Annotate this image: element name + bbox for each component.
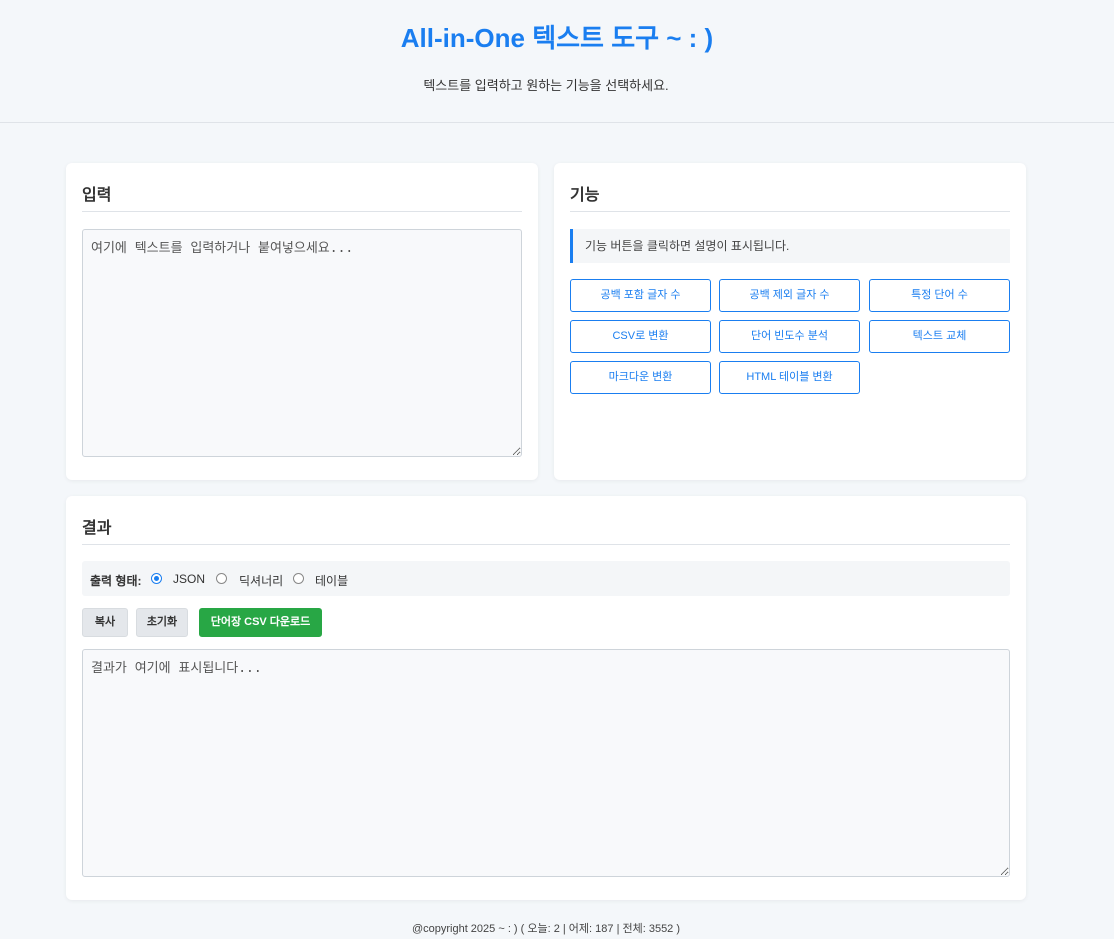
result-card: 결과 출력 형태: JSON 딕셔너리 테이블 복사 초기화 단어장 CSV 다…	[66, 496, 1026, 900]
csv-convert-button[interactable]: CSV로 변환	[570, 320, 711, 353]
specific-word-count-button[interactable]: 특정 단어 수	[869, 279, 1010, 312]
char-count-without-spaces-button[interactable]: 공백 제외 글자 수	[719, 279, 860, 312]
reset-button[interactable]: 초기화	[136, 608, 188, 637]
function-card-title: 기능	[570, 187, 600, 204]
footer-text: @copyright 2025 ~ : ) ( 오늘: 2 | 어제: 187 …	[411, 923, 681, 935]
markdown-convert-button[interactable]: 마크다운 변환	[570, 361, 711, 394]
word-frequency-button[interactable]: 단어 빈도수 분석	[719, 320, 860, 353]
format-dict-radio[interactable]	[216, 573, 227, 584]
format-json-label: JSON	[173, 572, 206, 586]
divider	[570, 211, 1010, 212]
result-textarea[interactable]	[82, 649, 1010, 877]
format-table-label: 테이블	[315, 574, 349, 588]
result-card-title: 결과	[82, 520, 112, 537]
page-title: All-in-One 텍스트 도구 ~ : )	[400, 23, 714, 53]
divider	[82, 544, 1010, 545]
divider	[82, 211, 522, 212]
output-format-label: 출력 형태:	[90, 574, 142, 588]
function-description: 기능 버튼을 클릭하면 설명이 표시됩니다.	[570, 229, 1010, 263]
text-replace-button[interactable]: 텍스트 교체	[869, 320, 1010, 353]
input-card: 입력	[66, 163, 538, 480]
output-format-bar: 출력 형태: JSON 딕셔너리 테이블	[82, 561, 1010, 596]
char-count-with-spaces-button[interactable]: 공백 포함 글자 수	[570, 279, 711, 312]
format-dict-label: 딕셔너리	[239, 574, 284, 588]
input-textarea[interactable]	[82, 229, 522, 457]
format-table-radio[interactable]	[293, 573, 304, 584]
format-json-radio[interactable]	[151, 573, 162, 584]
copy-button[interactable]: 복사	[82, 608, 128, 637]
input-card-title: 입력	[82, 187, 112, 204]
function-card: 기능 기능 버튼을 클릭하면 설명이 표시됩니다. 공백 포함 글자 수 공백 …	[554, 163, 1026, 480]
page-subtitle: 텍스트를 입력하고 원하는 기능을 선택하세요.	[423, 78, 669, 93]
download-csv-button[interactable]: 단어장 CSV 다운로드	[199, 608, 322, 637]
html-table-convert-button[interactable]: HTML 테이블 변환	[719, 361, 860, 394]
